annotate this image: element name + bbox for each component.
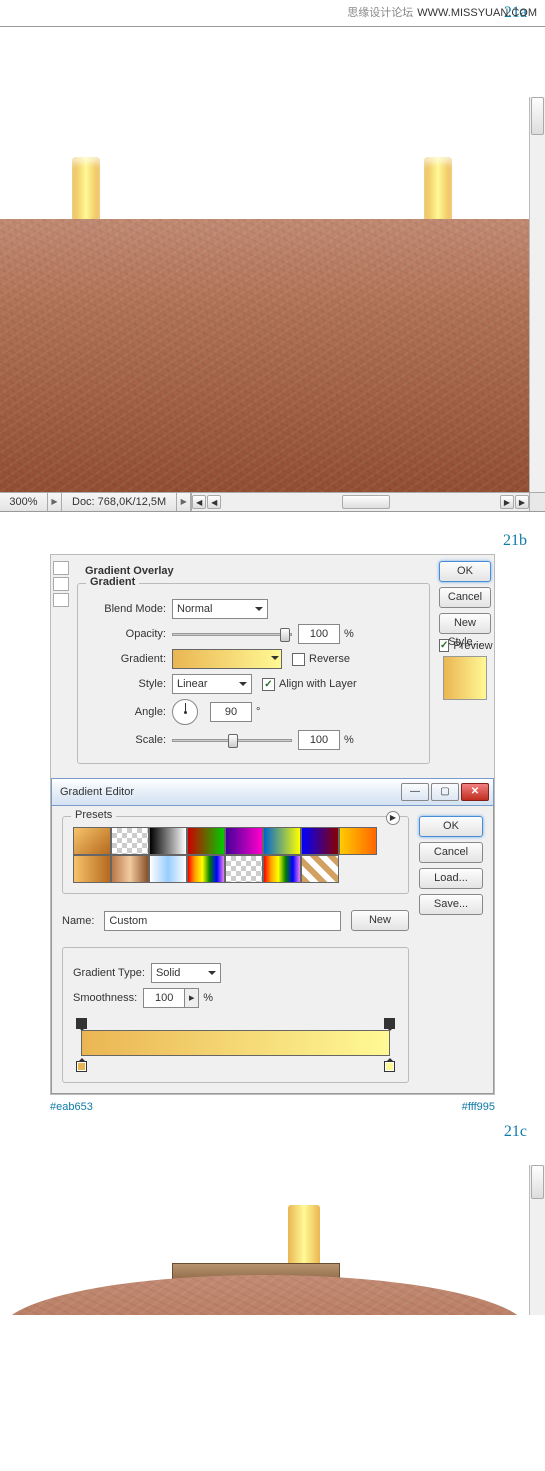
preview-checkbox[interactable]: Preview (439, 639, 491, 652)
style-list-strip (51, 555, 71, 784)
ge-save-button[interactable]: Save... (419, 894, 483, 915)
presets-menu-icon[interactable]: ▶ (386, 811, 400, 825)
vertical-scrollbar[interactable] (529, 97, 545, 492)
preset-swatch[interactable] (301, 855, 339, 883)
zoom-menu-icon[interactable]: ▶ (48, 493, 62, 511)
preset-swatch[interactable] (73, 827, 111, 855)
gradient-group: Gradient Blend Mode: Normal Opacity: 100… (77, 583, 430, 764)
document-canvas[interactable] (0, 27, 529, 494)
ge-load-button[interactable]: Load... (419, 868, 483, 889)
gradient-bar[interactable] (73, 1016, 398, 1072)
smoothness-menu-icon[interactable]: ▸ (185, 988, 199, 1008)
preset-swatch[interactable] (263, 855, 301, 883)
color-stop-right[interactable] (384, 1061, 395, 1072)
preview-swatch (443, 656, 487, 700)
preset-swatch[interactable] (111, 827, 149, 855)
close-icon[interactable]: ✕ (461, 783, 489, 801)
ge-ok-button[interactable]: OK (419, 816, 483, 837)
scale-slider[interactable] (172, 732, 292, 748)
color-annotations: #eab653 #fff995 (0, 1095, 545, 1119)
new-style-button[interactable]: New Style... (439, 613, 491, 634)
preset-swatch[interactable] (187, 855, 225, 883)
gold-tab-left (72, 157, 100, 219)
new-button[interactable]: New (351, 910, 409, 931)
dialog-side-buttons: OK Cancel New Style... Preview (436, 555, 494, 784)
color-left: #eab653 (50, 1101, 93, 1113)
leather-surface (0, 219, 529, 494)
resize-grip[interactable] (529, 493, 545, 511)
style-select[interactable]: Linear (172, 674, 252, 694)
scale-input[interactable]: 100 (298, 730, 340, 750)
vertical-scrollbar-c[interactable] (529, 1165, 545, 1315)
preset-swatch[interactable] (73, 855, 111, 883)
preset-swatch[interactable] (111, 855, 149, 883)
leather-surface-c (0, 1275, 529, 1315)
preset-swatch[interactable] (225, 855, 263, 883)
blend-mode-select[interactable]: Normal (172, 599, 268, 619)
canvas-panel-a: 300% ▶ Doc: 768,0K/12,5M ▶ ◀◀ ▶▶ (0, 26, 545, 512)
preset-swatch[interactable] (149, 855, 187, 883)
step-label-21c: 21c (0, 1119, 545, 1145)
gradient-picker[interactable] (172, 649, 282, 669)
opacity-stop-left[interactable] (76, 1018, 87, 1029)
zoom-field[interactable]: 300% (0, 493, 48, 511)
step-label-21b: 21b (0, 528, 545, 554)
ge-cancel-button[interactable]: Cancel (419, 842, 483, 863)
preset-swatch[interactable] (301, 827, 339, 855)
ok-button[interactable]: OK (439, 561, 491, 582)
canvas-panel-c (0, 1165, 545, 1315)
color-right: #fff995 (462, 1101, 495, 1113)
angle-dial[interactable] (172, 699, 198, 725)
layer-style-dialog: Gradient Overlay Gradient Blend Mode: No… (50, 554, 495, 1095)
opacity-input[interactable]: 100 (298, 624, 340, 644)
preset-swatches (73, 827, 377, 883)
horizontal-scrollbar[interactable]: ◀◀ ▶▶ (191, 493, 529, 511)
gradient-type-group: Gradient Type: Solid Smoothness: 100 ▸ % (62, 947, 409, 1083)
doc-info-menu-icon[interactable]: ▶ (177, 493, 191, 511)
gradient-editor-window: Gradient Editor — ▢ ✕ Presets ▶ Name: Ne… (51, 778, 494, 1094)
preset-swatch[interactable] (225, 827, 263, 855)
minimize-icon[interactable]: — (401, 783, 429, 801)
align-checkbox[interactable]: Align with Layer (262, 678, 357, 691)
preset-swatch[interactable] (187, 827, 225, 855)
cancel-button[interactable]: Cancel (439, 587, 491, 608)
smoothness-input[interactable]: 100 (143, 988, 185, 1008)
opacity-stop-right[interactable] (384, 1018, 395, 1029)
gold-tab-right (424, 157, 452, 219)
gradient-name-input[interactable] (104, 911, 341, 931)
doc-info[interactable]: Doc: 768,0K/12,5M (62, 493, 177, 511)
status-bar: 300% ▶ Doc: 768,0K/12,5M ▶ ◀◀ ▶▶ (0, 492, 545, 511)
preset-swatch[interactable] (339, 827, 377, 855)
opacity-slider[interactable] (172, 626, 292, 642)
maximize-icon[interactable]: ▢ (431, 783, 459, 801)
preset-swatch[interactable] (263, 827, 301, 855)
preset-swatch[interactable] (149, 827, 187, 855)
watermark: 思缘设计论坛WWW.MISSYUAN.COM (347, 4, 537, 20)
color-stop-left[interactable] (76, 1061, 87, 1072)
gradient-type-select[interactable]: Solid (151, 963, 221, 983)
reverse-checkbox[interactable]: Reverse (292, 653, 350, 666)
angle-input[interactable]: 90 (210, 702, 252, 722)
presets-group: Presets ▶ (62, 816, 409, 894)
